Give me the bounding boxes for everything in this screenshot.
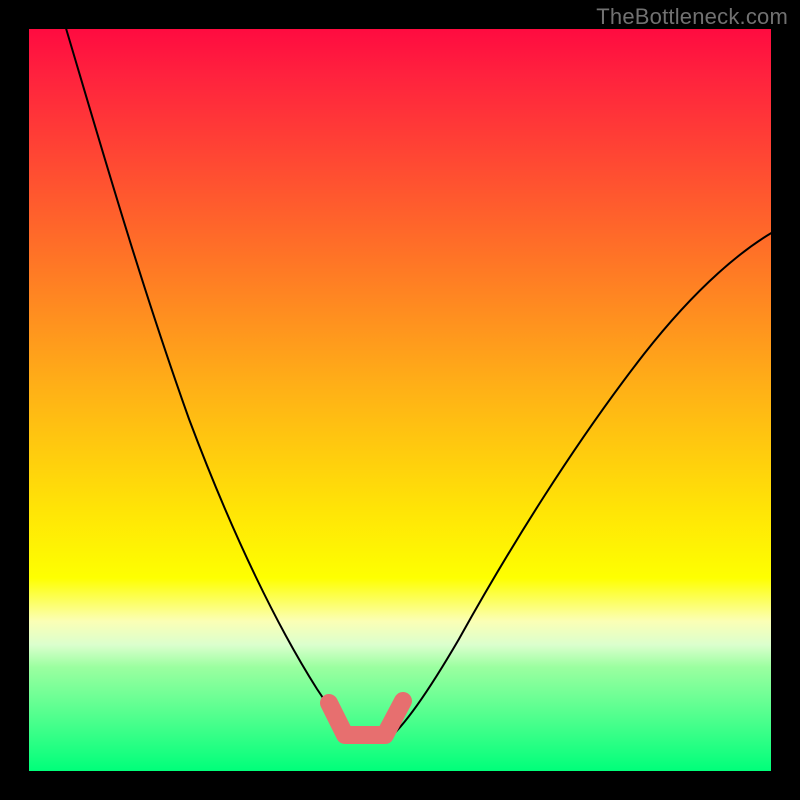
watermark-text: TheBottleneck.com <box>596 4 788 30</box>
optimum-marker <box>329 701 403 735</box>
left-curve <box>65 25 357 740</box>
bottleneck-chart <box>29 29 771 771</box>
right-curve <box>387 232 773 740</box>
curve-layer <box>29 29 771 771</box>
chart-frame: TheBottleneck.com <box>0 0 800 800</box>
